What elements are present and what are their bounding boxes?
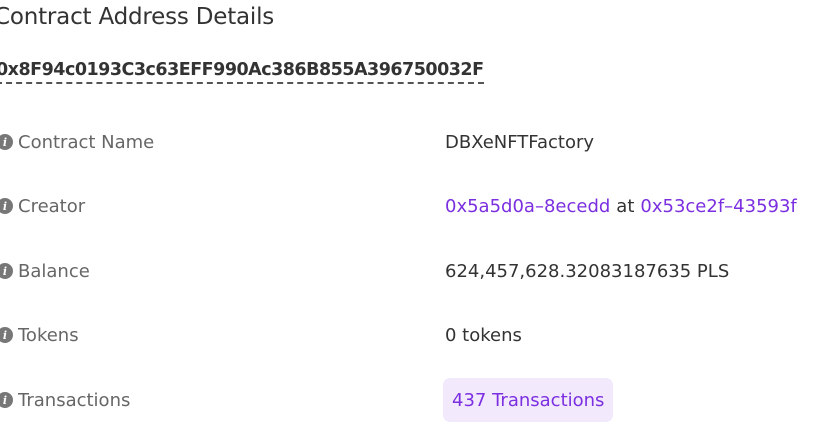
transactions-label: Transactions: [18, 389, 131, 411]
page-title: Contract Address Details: [0, 4, 275, 30]
tokens-label: Tokens: [18, 324, 79, 346]
contract-name-value: DBXeNFTFactory: [445, 131, 595, 153]
row-balance: i Balance 624,457,628.32083187635 PLS: [0, 251, 840, 291]
contract-name-label: Contract Name: [18, 131, 155, 153]
tokens-label-group: i Tokens: [0, 315, 79, 355]
creator-value: 0x5a5d0a–8ecedd at 0x53ce2f–43593f: [445, 186, 797, 226]
info-icon[interactable]: i: [0, 392, 13, 408]
creator-label-group: i Creator: [0, 186, 85, 226]
contract-address[interactable]: 0x8F94c0193C3c63EFF990Ac386B855A39675003…: [0, 59, 484, 84]
balance-value: 624,457,628.32083187635 PLS: [445, 260, 730, 282]
balance-label: Balance: [18, 260, 90, 282]
creator-label: Creator: [18, 195, 86, 217]
info-icon[interactable]: i: [0, 263, 13, 279]
creator-at-text: at: [616, 195, 635, 217]
transactions-label-group: i Transactions: [0, 380, 130, 420]
info-icon[interactable]: i: [0, 198, 13, 214]
info-icon[interactable]: i: [0, 134, 13, 150]
contract-name-label-group: i Contract Name: [0, 122, 154, 162]
row-tokens: i Tokens 0 tokens: [0, 315, 840, 355]
tokens-value: 0 tokens: [445, 324, 522, 346]
row-creator: i Creator 0x5a5d0a–8ecedd at 0x53ce2f–43…: [0, 186, 840, 226]
balance-label-group: i Balance: [0, 251, 90, 291]
row-contract-name: i Contract Name DBXeNFTFactory: [0, 122, 840, 162]
info-icon[interactable]: i: [0, 327, 13, 343]
transactions-link[interactable]: 437 Transactions: [443, 378, 614, 422]
creator-address-link[interactable]: 0x5a5d0a–8ecedd: [445, 196, 610, 217]
row-transactions: i Transactions 437 Transactions: [0, 378, 840, 422]
creator-tx-link[interactable]: 0x53ce2f–43593f: [640, 196, 796, 217]
